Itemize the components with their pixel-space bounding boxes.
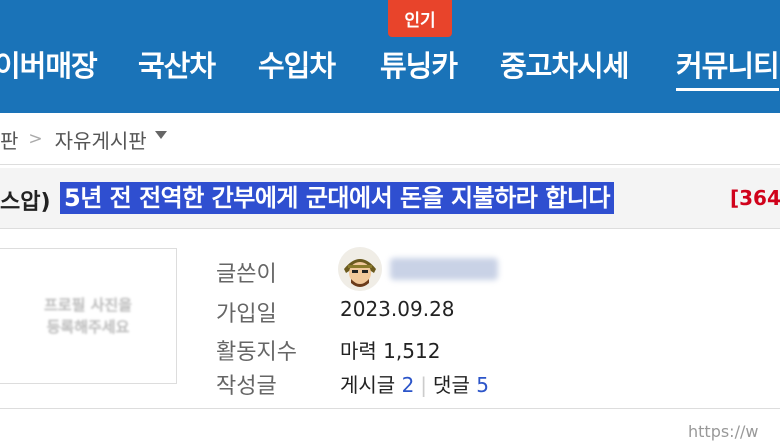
activity-score: 1,512: [383, 339, 441, 363]
stat-divider: |: [420, 373, 428, 397]
avatar[interactable]: [338, 247, 382, 291]
caret-down-icon[interactable]: [154, 131, 167, 139]
reply-count[interactable]: [364]: [730, 186, 780, 210]
joined-date: 2023.09.28: [340, 297, 455, 321]
divider: [0, 164, 780, 165]
joined-label: 가입일: [216, 302, 277, 327]
breadcrumb-parent[interactable]: 판: [0, 125, 18, 154]
top-navigation: 인기 이버매장 국산차 수입차 튜닝카 중고차시세 커뮤니티: [0, 0, 780, 113]
hot-badge[interactable]: 인기: [388, 0, 452, 37]
breadcrumb-current[interactable]: 자유게시판: [55, 125, 147, 154]
post-title: 5년 전 전역한 간부에게 군대에서 돈을 지불하라 합니다: [60, 182, 614, 214]
nav-item-store[interactable]: 이버매장: [0, 44, 98, 88]
comment-count[interactable]: 5: [476, 373, 489, 397]
nav-item-tuning[interactable]: 튜닝카: [380, 44, 458, 88]
post-stats: 게시글 2 | 댓글 5: [340, 369, 489, 398]
post-count-label: 게시글: [340, 373, 396, 397]
nav-item-domestic[interactable]: 국산차: [138, 44, 216, 88]
divider: [0, 408, 780, 409]
breadcrumb: 판 > 자유게시판: [0, 120, 780, 158]
photo-placeholder-line2: 등록해주세요: [46, 318, 130, 336]
profile-photo-placeholder: 프로필 사진을 등록해주세요: [0, 248, 177, 384]
photo-placeholder-line1: 프로필 사진을: [43, 296, 133, 314]
activity-label: 활동지수: [216, 340, 297, 365]
post-title-bar: 스압) 5년 전 전역한 간부에게 군대에서 돈을 지불하라 합니다 [364]: [0, 168, 780, 229]
activity-value: 마력 1,512: [340, 335, 440, 364]
activity-unit-label: 마력: [340, 339, 377, 363]
nav-item-import[interactable]: 수입차: [258, 44, 336, 88]
post-count[interactable]: 2: [402, 373, 415, 397]
posts-label: 작성글: [216, 374, 277, 399]
author-nickname-blurred[interactable]: [390, 258, 498, 280]
title-prefix: 스압): [0, 190, 51, 215]
nav-item-community[interactable]: 커뮤니티: [676, 44, 780, 91]
url-fragment[interactable]: https://w: [688, 422, 758, 441]
avatar-icon: [338, 247, 382, 291]
author-label: 글쓴이: [216, 262, 277, 287]
comment-count-label: 댓글: [433, 373, 470, 397]
nav-item-used-price[interactable]: 중고차시세: [500, 44, 629, 88]
chevron-right-icon: >: [28, 129, 43, 149]
